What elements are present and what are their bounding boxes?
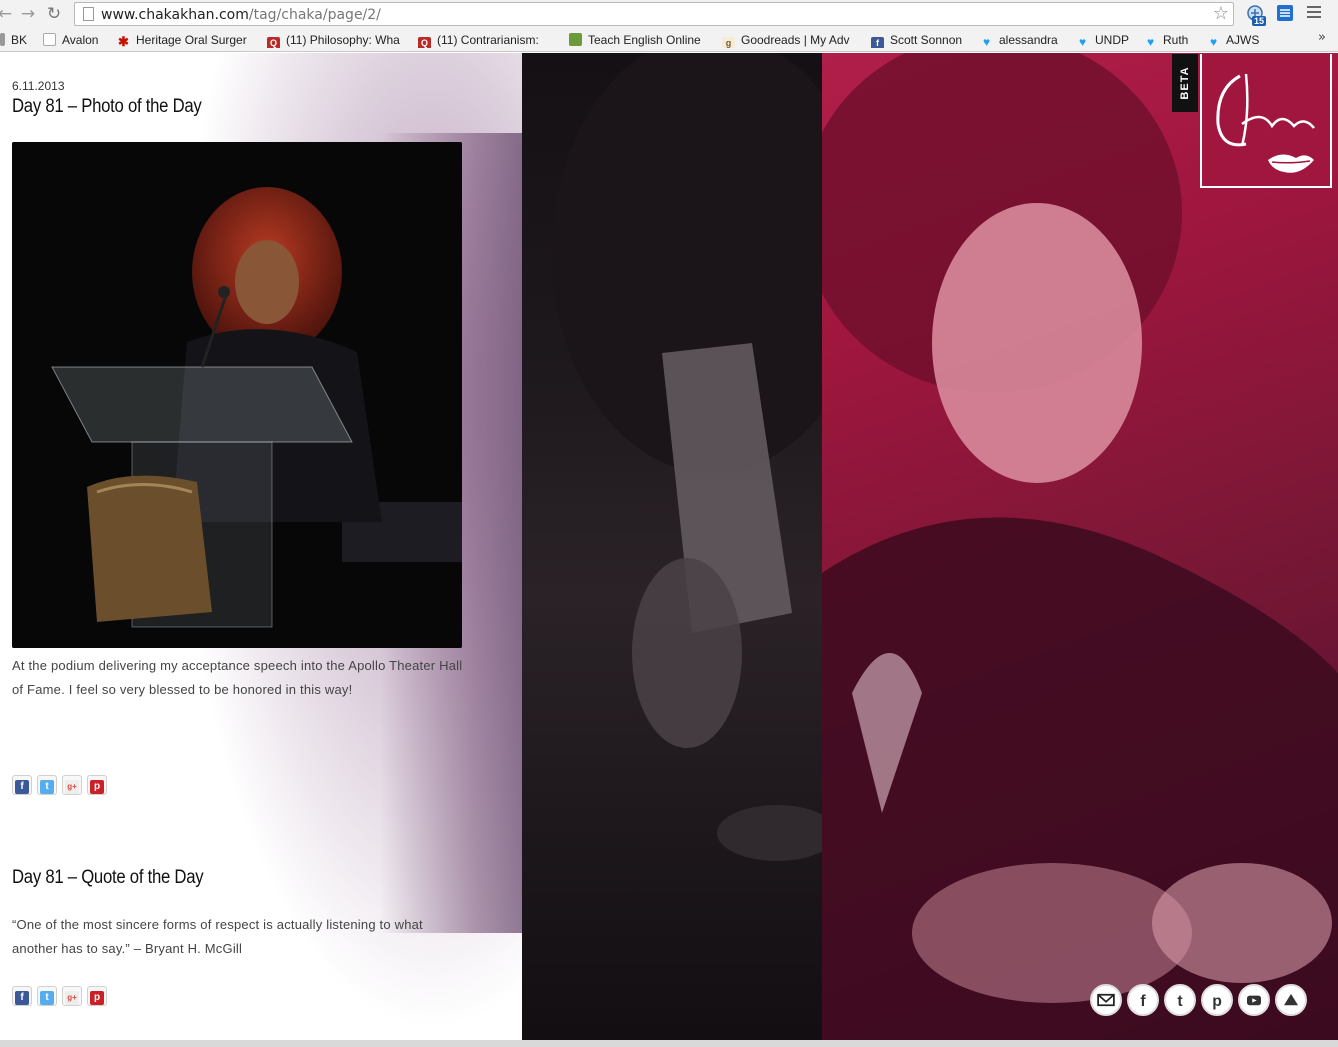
goodreads-icon: g bbox=[722, 37, 735, 48]
bookmark-scott-sonnon[interactable]: f Scott Sonnon bbox=[871, 32, 971, 48]
twitter-icon: t bbox=[40, 780, 54, 794]
post-date: 6.11.2013 bbox=[12, 79, 65, 93]
browser-toolbar: ← → ↻ www.chakakhan.com/tag/chaka/page/2… bbox=[0, 0, 1338, 28]
extension-badge: 15 bbox=[1252, 16, 1267, 26]
bookmark-avalon[interactable]: Avalon bbox=[43, 32, 105, 48]
bookmark-label: Scott Sonnon bbox=[890, 33, 963, 47]
share-google-plus-button[interactable]: g+ bbox=[62, 775, 82, 795]
bookmark-label: (11) Philosophy: Wha bbox=[286, 33, 400, 47]
blog-column: 6.11.2013 Day 81 – Photo of the Day At t… bbox=[0, 53, 522, 1040]
pinterest-icon[interactable]: p bbox=[1201, 984, 1233, 1016]
share-twitter-button[interactable]: t bbox=[37, 775, 57, 795]
page-content: 6.11.2013 Day 81 – Photo of the Day At t… bbox=[0, 53, 1338, 1040]
post-quote: “One of the most sincere forms of respec… bbox=[12, 917, 423, 956]
portrait-photo-panel bbox=[802, 53, 1338, 1040]
bookmark-label: (11) Contrarianism: bbox=[437, 33, 539, 47]
share-pinterest-button[interactable]: p bbox=[87, 986, 107, 1006]
facebook-icon: f bbox=[15, 991, 29, 1005]
bookmark-alessandra[interactable]: ♥ alessandra bbox=[980, 32, 1065, 48]
share-google-plus-button[interactable]: g+ bbox=[62, 986, 82, 1006]
bookmark-label: alessandra bbox=[999, 33, 1058, 47]
quora-icon: Q bbox=[267, 37, 280, 48]
post-title-quote[interactable]: Day 81 – Quote of the Day bbox=[12, 867, 204, 889]
post-caption: At the podium delivering my acceptance s… bbox=[12, 658, 463, 697]
twitter-icon[interactable]: t bbox=[1164, 984, 1196, 1016]
page-icon bbox=[43, 33, 56, 46]
bookmarks-overflow-button[interactable]: » bbox=[1318, 30, 1326, 45]
beta-tag: BETA bbox=[1172, 54, 1198, 112]
pinterest-icon: p bbox=[90, 991, 104, 1005]
facebook-icon: f bbox=[15, 780, 29, 794]
address-bar[interactable]: www.chakakhan.com/tag/chaka/page/2/ ☆ bbox=[74, 2, 1234, 26]
twitter-icon: ♥ bbox=[1146, 35, 1155, 49]
page-icon bbox=[83, 7, 94, 21]
forward-arrow-icon[interactable]: → bbox=[17, 3, 39, 25]
yelp-icon: ✱ bbox=[118, 34, 129, 48]
twitter-icon: ♥ bbox=[1078, 35, 1087, 49]
google-plus-icon: g+ bbox=[65, 991, 79, 1005]
twitter-icon: t bbox=[40, 991, 54, 1005]
bookmark-label: AJWS bbox=[1226, 33, 1260, 47]
bookmark-label: Goodreads | My Adv bbox=[741, 33, 850, 47]
chaka-signature-logo bbox=[1216, 73, 1315, 173]
svg-text:f: f bbox=[1140, 993, 1146, 1010]
bookmark-contrarianism[interactable]: Q (11) Contrarianism: bbox=[418, 32, 553, 48]
bookmark-ruth[interactable]: ♥ Ruth bbox=[1144, 32, 1196, 48]
share-bar: f t g+ p bbox=[12, 775, 112, 795]
url-text[interactable]: www.chakakhan.com/tag/chaka/page/2/ bbox=[101, 7, 381, 23]
bookmark-bk[interactable]: BK bbox=[0, 32, 30, 48]
feed-icon bbox=[569, 33, 582, 46]
deviantart-icon[interactable] bbox=[1275, 984, 1307, 1016]
google-plus-icon: g+ bbox=[65, 780, 79, 794]
share-facebook-button[interactable]: f bbox=[12, 986, 32, 1006]
share-bar: f t g+ p bbox=[12, 986, 112, 1006]
url-path: /tag/chaka/page/2/ bbox=[248, 7, 381, 23]
mail-icon[interactable] bbox=[1090, 984, 1122, 1016]
dark-photo-panel bbox=[522, 53, 872, 1040]
svg-text:p: p bbox=[1212, 993, 1222, 1010]
quora-icon: Q bbox=[418, 37, 431, 48]
buffer-extension-icon[interactable] bbox=[1276, 4, 1294, 22]
bookmark-ajws[interactable]: ♥ AJWS bbox=[1207, 32, 1267, 48]
bookmark-label: Teach English Online bbox=[588, 33, 701, 47]
twitter-icon: ♥ bbox=[1209, 35, 1218, 49]
bookmark-goodreads[interactable]: g Goodreads | My Adv bbox=[722, 32, 857, 48]
bookmark-teach-english[interactable]: Teach English Online bbox=[569, 32, 706, 48]
twitter-icon: ♥ bbox=[982, 35, 991, 49]
bookmark-undp[interactable]: ♥ UNDP bbox=[1076, 32, 1136, 48]
bookmark-label: BK bbox=[11, 33, 28, 47]
bookmark-label: UNDP bbox=[1095, 33, 1130, 47]
svg-text:t: t bbox=[1177, 993, 1183, 1010]
url-host: www.chakakhan.com bbox=[101, 7, 249, 23]
youtube-icon[interactable] bbox=[1238, 984, 1270, 1016]
back-arrow-icon[interactable]: ← bbox=[0, 3, 16, 25]
post-title-photo[interactable]: Day 81 – Photo of the Day bbox=[12, 96, 202, 118]
bookmarks-bar: BK Avalon ✱ Heritage Oral Surger Q (11) Ph… bbox=[0, 28, 1338, 52]
bookmark-star-icon[interactable]: ☆ bbox=[1213, 3, 1229, 24]
facebook-icon[interactable]: f bbox=[1127, 984, 1159, 1016]
hero-image bbox=[522, 53, 1338, 1040]
bookmark-heritage-oral[interactable]: ✱ Heritage Oral Surger bbox=[117, 32, 252, 48]
hand-illustration bbox=[552, 53, 872, 861]
share-facebook-button[interactable]: f bbox=[12, 775, 32, 795]
bookmark-label: Avalon bbox=[62, 33, 99, 47]
horizontal-scrollbar[interactable] bbox=[0, 1040, 1338, 1047]
portrait-illustration bbox=[802, 53, 1338, 1040]
beta-label: BETA bbox=[1179, 66, 1191, 100]
share-twitter-button[interactable]: t bbox=[37, 986, 57, 1006]
facebook-icon: f bbox=[871, 37, 884, 48]
bookmark-label: Heritage Oral Surger bbox=[136, 33, 247, 47]
reload-icon[interactable]: ↻ bbox=[43, 3, 65, 25]
bookmark-label: Ruth bbox=[1163, 33, 1189, 47]
bookmark-philosophy[interactable]: Q (11) Philosophy: Wha bbox=[267, 32, 404, 48]
share-pinterest-button[interactable]: p bbox=[87, 775, 107, 795]
site-logo[interactable] bbox=[1200, 54, 1332, 188]
folder-icon bbox=[0, 33, 5, 46]
post-photo[interactable] bbox=[12, 142, 462, 648]
podium-photo-illustration bbox=[12, 142, 462, 648]
pinterest-icon: p bbox=[90, 780, 104, 794]
menu-icon[interactable] bbox=[1307, 6, 1321, 20]
